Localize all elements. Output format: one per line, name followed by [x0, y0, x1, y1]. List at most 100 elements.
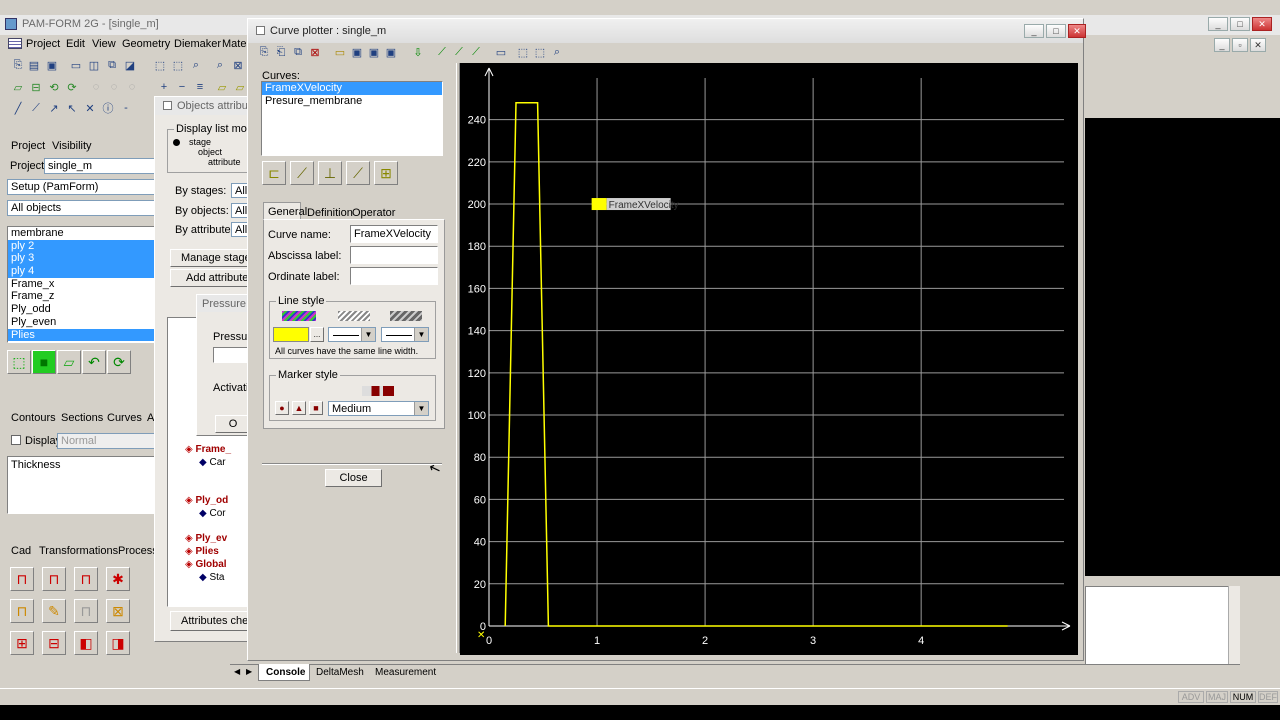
main-minimize-button[interactable]: _ [1208, 17, 1228, 31]
tab-process[interactable]: Process [118, 545, 158, 557]
cad-icon-4[interactable]: ✱ [106, 567, 130, 591]
tool-b-icon[interactable]: ⊟ [28, 79, 44, 95]
object-list-item[interactable]: ply 3 [8, 252, 155, 266]
mode-radio[interactable] [173, 139, 180, 146]
layout4-icon[interactable]: ◪ [122, 57, 138, 73]
menu-diemaker[interactable]: Diemaker [174, 38, 221, 50]
menu-edit[interactable]: Edit [66, 38, 85, 50]
equal-icon[interactable]: ≡ [192, 79, 208, 95]
zoom-box-icon[interactable]: ⬚ [170, 57, 186, 73]
bottom-nav-left-icon[interactable]: ◀ [234, 667, 240, 676]
tool-g-icon[interactable]: ◌ [124, 79, 140, 95]
project-combo[interactable]: single_m [44, 158, 156, 174]
zoom-fit-icon[interactable]: ⌕ [212, 57, 228, 73]
tree-item[interactable]: ◈ Plies [185, 546, 219, 557]
plot-copy-icon[interactable]: ⎗ [273, 44, 289, 60]
save-icon[interactable]: ▣ [44, 57, 60, 73]
cad-icon-3[interactable]: ⊓ [74, 567, 98, 591]
layout1-icon[interactable]: ▭ [68, 57, 84, 73]
cad-icon-2[interactable]: ⊓ [42, 567, 66, 591]
tab-operator[interactable]: Operator [352, 207, 395, 219]
object-list[interactable]: membrane ply 2 ply 3 ply 4 Frame_x Frame_z Ply… [7, 226, 156, 343]
plot-new-icon[interactable]: ⎘ [256, 44, 272, 60]
line-color-more-button[interactable]: ... [310, 327, 324, 342]
cross-tool-icon[interactable]: ✕ [82, 100, 98, 116]
doc-restore-button[interactable]: ▫ [1232, 38, 1248, 52]
object-list-item[interactable]: ply 4 [8, 265, 155, 278]
line-type-combo[interactable]: ▼ [328, 327, 376, 342]
plot-axis3-icon[interactable]: ⟋ [468, 44, 484, 60]
marker-triangle-button[interactable]: ▲ [292, 401, 306, 415]
main-close-button[interactable]: ✕ [1252, 17, 1272, 31]
add-attributes-button[interactable]: Add attributes [170, 269, 254, 287]
tool-a-icon[interactable]: ▱ [10, 79, 26, 95]
object-list-item[interactable]: Ply_even [8, 316, 155, 329]
curves-list[interactable]: FrameXVelocity Presure_membrane [261, 81, 443, 156]
tree-item[interactable]: ◈ Ply_od [185, 495, 228, 506]
object-list-item[interactable]: Plies [8, 328, 155, 342]
plot-open-icon[interactable]: ▭ [332, 44, 348, 60]
menu-mate[interactable]: Mate [222, 38, 246, 50]
setup-combo[interactable]: Setup (PamForm) [7, 179, 156, 195]
main-maximize-button[interactable]: □ [1230, 17, 1250, 31]
tree-item[interactable]: ◈ Global [185, 559, 227, 570]
cad-icon-7[interactable]: ⊓ [74, 599, 98, 623]
plot-axis1-icon[interactable]: ⟋ [434, 44, 450, 60]
doc-close-button[interactable]: ✕ [1250, 38, 1266, 52]
rotate-icon[interactable]: ⟳ [107, 350, 131, 374]
filter-combo[interactable]: All objects [7, 200, 156, 216]
plot-delete-icon[interactable]: ⊠ [307, 44, 323, 60]
abscissa-input[interactable] [350, 246, 438, 264]
tab-definition[interactable]: Definition [307, 207, 353, 219]
marker-size-combo[interactable]: Medium ▼ [328, 401, 429, 416]
layout2-icon[interactable]: ◫ [86, 57, 102, 73]
display-combo[interactable]: Normal [57, 433, 155, 449]
zoom-icon[interactable]: ⌕ [188, 57, 204, 73]
plot-import-icon[interactable]: ⇩ [410, 44, 426, 60]
tree-item[interactable]: ◆ Sta [199, 572, 224, 583]
cad-icon-11[interactable]: ◧ [74, 631, 98, 655]
tab-transformations[interactable]: Transformations [39, 545, 118, 557]
plotter-maximize-button[interactable]: □ [1046, 24, 1066, 38]
plot-axis2-icon[interactable]: ⟋ [451, 44, 467, 60]
attributes-check-button[interactable]: Attributes check [170, 611, 259, 631]
tab-visibility[interactable]: Visibility [52, 140, 92, 152]
close-button[interactable]: Close [325, 469, 382, 487]
console-scrollbar[interactable] [1228, 586, 1240, 666]
tab-sections[interactable]: Sections [61, 412, 103, 424]
pressure-input[interactable] [213, 347, 249, 363]
info-tool-icon[interactable]: ⓘ [100, 100, 116, 116]
arrow-tool-icon[interactable]: ↗ [46, 100, 62, 116]
curve-tool-4-icon[interactable]: ⟋ [346, 161, 370, 185]
cad-icon-12[interactable]: ◨ [106, 631, 130, 655]
plot-save-as-icon[interactable]: ▣ [366, 44, 382, 60]
line-width-combo[interactable]: ▼ [381, 327, 429, 342]
zoom-area-icon[interactable]: ⊠ [230, 57, 246, 73]
curve-list-item[interactable]: FrameXVelocity [262, 82, 442, 95]
tree-item[interactable]: ◈ Frame_ [185, 444, 231, 455]
menu-view[interactable]: View [92, 38, 116, 50]
select-nodes-icon[interactable]: ⬚ [7, 350, 31, 374]
curve-tool-3-icon[interactable]: ⊥ [318, 161, 342, 185]
line-tool-icon[interactable]: ╱ [10, 100, 26, 116]
plotter-close-button[interactable]: ✕ [1068, 24, 1086, 38]
layout3-icon[interactable]: ⧉ [104, 57, 120, 73]
tab-measurement[interactable]: Measurement [375, 667, 436, 678]
select-faces-icon[interactable]: ▱ [57, 350, 81, 374]
contour-list[interactable]: Thickness [7, 456, 156, 514]
tool-c-icon[interactable]: ⟲ [46, 79, 62, 95]
plot-zoom-box-icon[interactable]: ⬚ [515, 44, 531, 60]
object-list-item[interactable]: Frame_z [8, 290, 155, 303]
tool-e-icon[interactable]: ◌ [88, 79, 104, 95]
menu-geometry[interactable]: Geometry [122, 38, 170, 50]
open-icon[interactable]: ▤ [26, 57, 42, 73]
cad-icon-6[interactable]: ✎ [42, 599, 66, 623]
tree-item[interactable]: ◆ Cor [199, 508, 226, 519]
plot-zoom-out-icon[interactable]: ⬚ [532, 44, 548, 60]
curve-tool-2-icon[interactable]: ⟋ [290, 161, 314, 185]
remove-icon[interactable]: − [174, 79, 190, 95]
shape1-icon[interactable]: ▱ [214, 79, 230, 95]
object-list-item[interactable]: ply 2 [8, 239, 155, 253]
plot-save-icon[interactable]: ▣ [349, 44, 365, 60]
tree-item[interactable]: ◈ Ply_ev [185, 533, 227, 544]
